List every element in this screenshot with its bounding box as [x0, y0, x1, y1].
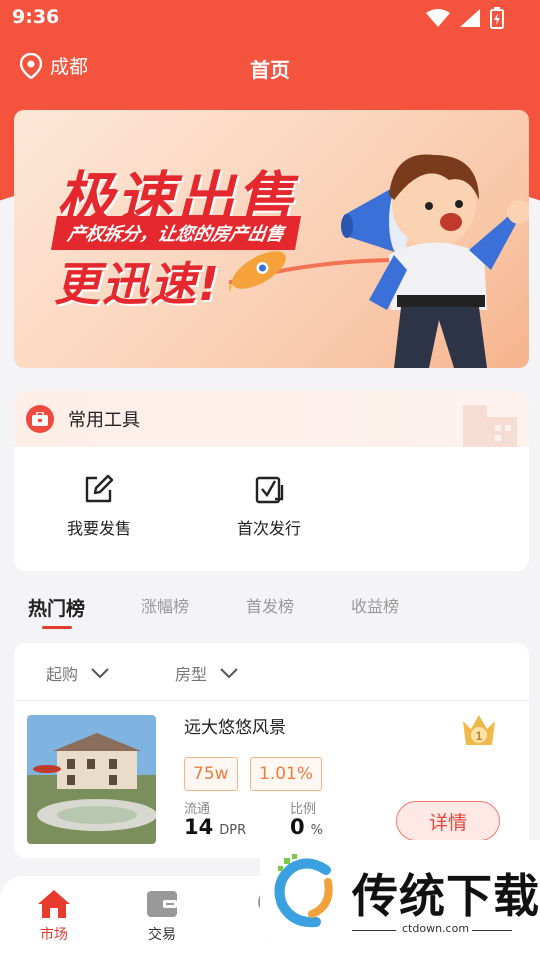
watermark-text: 传统下载 — [352, 869, 540, 923]
nav-trade[interactable]: 交易 — [127, 888, 197, 944]
app-header: 成都 首页 — [0, 46, 540, 90]
tool-first-issue-button[interactable]: 首次发行 — [184, 473, 354, 539]
filter-min-purchase[interactable]: 起购 — [46, 661, 110, 685]
tab-yield[interactable]: 收益榜 — [351, 593, 399, 617]
wallet-icon — [147, 891, 177, 917]
status-bar: 9:36 — [0, 0, 540, 36]
chevron-down-icon — [220, 668, 238, 679]
list-item[interactable]: 远大悠悠风景 1 75w 1.01% 流通 14 DPR 比例 0 % 详情 — [14, 701, 529, 858]
checklist-icon — [255, 476, 284, 504]
circulation-number: 14 — [184, 815, 214, 839]
filter-house-type[interactable]: 房型 — [175, 661, 239, 685]
watermark: 传统下载 ctdown.com — [260, 840, 540, 940]
watermark-line-left — [352, 930, 396, 931]
promo-banner[interactable]: 极速出售 产权拆分，让您的房产出售 更迅速! — [14, 110, 529, 368]
circulation-value: 14 DPR — [184, 815, 246, 839]
filter-house-type-label: 房型 — [175, 665, 208, 684]
circulation-unit: DPR — [219, 823, 247, 838]
watermark-logo-icon — [274, 854, 333, 928]
buildings-decoration-icon — [463, 405, 517, 447]
property-thumbnail — [27, 715, 156, 844]
ranking-tabs: 热门榜 涨幅榜 首发榜 收益榜 — [0, 588, 540, 634]
details-button[interactable]: 详情 — [396, 801, 500, 841]
nav-trade-label: 交易 — [148, 927, 176, 943]
status-time: 9:36 — [12, 6, 60, 28]
toolbox-icon — [26, 405, 54, 433]
edit-icon — [85, 474, 114, 503]
watermark-line-right — [472, 930, 512, 931]
common-tools-card: 常用工具 我要发售 首次发行 — [14, 391, 529, 571]
tools-grid: 我要发售 首次发行 — [14, 447, 529, 539]
ratio-value: 0 % — [290, 815, 323, 839]
signal-icon — [460, 9, 480, 27]
tab-hot[interactable]: 热门榜 — [28, 594, 85, 621]
nav-market-label: 市场 — [40, 927, 68, 943]
tab-gain[interactable]: 涨幅榜 — [141, 593, 189, 617]
filter-row: 起购 房型 — [14, 643, 529, 701]
active-tab-indicator — [42, 626, 72, 629]
battery-icon — [490, 7, 504, 29]
ratio-number: 0 — [290, 815, 305, 839]
tab-debut[interactable]: 首发榜 — [246, 593, 294, 617]
listing-card: 起购 房型 远大悠悠风景 1 75w 1.01% 流通 14 DPR 比例 0 … — [14, 643, 529, 858]
rank-crown-icon: 1 — [463, 715, 495, 745]
ratio-unit: % — [310, 823, 323, 838]
banner-subtitle: 更迅速! — [54, 257, 221, 311]
tools-title: 常用工具 — [68, 410, 140, 431]
home-icon — [38, 890, 70, 918]
page-title: 首页 — [250, 58, 290, 82]
tool-first-issue-label: 首次发行 — [236, 519, 301, 538]
wifi-icon — [426, 9, 450, 27]
tool-sell-label: 我要发售 — [66, 519, 131, 538]
tools-header: 常用工具 — [14, 391, 529, 447]
nav-market[interactable]: 市场 — [19, 888, 89, 944]
banner-mascot-illustration — [229, 154, 529, 368]
price-tag: 75w — [184, 757, 238, 791]
tool-sell-button[interactable]: 我要发售 — [14, 473, 184, 539]
chevron-down-icon — [91, 668, 109, 679]
status-icons — [426, 7, 504, 29]
rank-number: 1 — [476, 729, 483, 743]
watermark-url: ctdown.com — [402, 922, 470, 935]
rate-tag: 1.01% — [250, 757, 323, 791]
filter-min-purchase-label: 起购 — [46, 665, 79, 684]
property-name: 远大悠悠风景 — [184, 718, 286, 738]
